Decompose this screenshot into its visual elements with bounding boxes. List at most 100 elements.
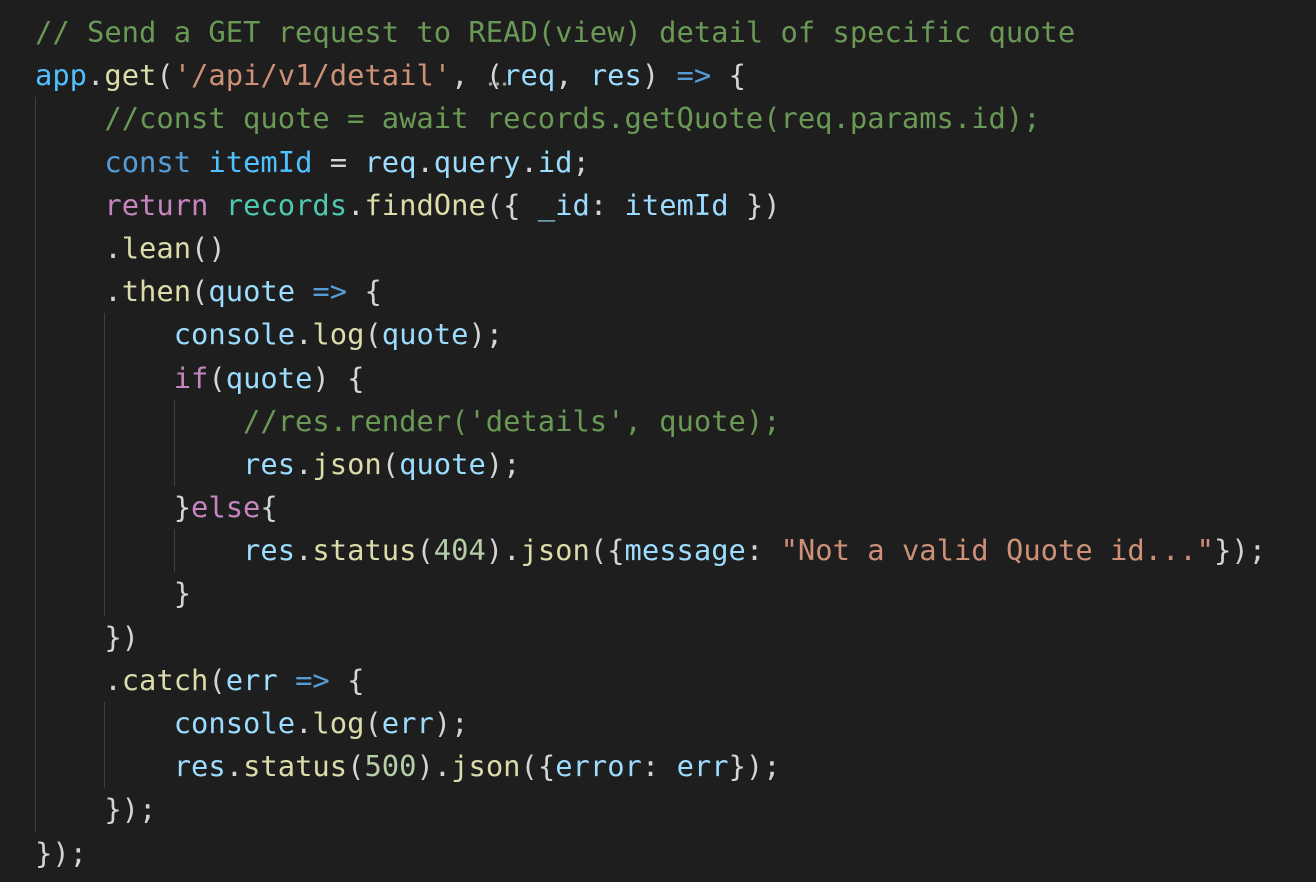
- code-line[interactable]: console.log(quote);: [35, 313, 1266, 357]
- code-token: .: [416, 144, 434, 179]
- code-token: );: [485, 446, 521, 481]
- code-line[interactable]: }: [35, 572, 1266, 616]
- code-token: ).: [416, 749, 452, 784]
- indent-guide: [35, 270, 36, 314]
- code-token: {: [711, 58, 746, 93]
- code-line[interactable]: //res.render('details', quote);: [35, 399, 1266, 443]
- indent-guide: [35, 702, 36, 746]
- code-token: });: [35, 792, 157, 827]
- code-token: {: [347, 274, 382, 309]
- code-token: error: [555, 749, 642, 784]
- inlay-hint-dots-icon[interactable]: [487, 81, 509, 87]
- indent-guide: [35, 658, 36, 702]
- code-token: log: [312, 706, 365, 740]
- code-token: quote: [399, 446, 486, 481]
- code-token: .: [295, 446, 313, 481]
- code-token: return: [104, 187, 209, 222]
- code-token: ) {: [312, 360, 365, 395]
- code-token: });: [1214, 533, 1267, 568]
- code-token: (: [208, 662, 226, 697]
- indent-guide: [104, 442, 106, 487]
- code-token: then: [121, 274, 192, 309]
- code-line[interactable]: });: [35, 788, 1266, 832]
- code-token: records: [225, 187, 348, 222]
- code-token: console: [173, 317, 296, 352]
- code-token: ): [641, 58, 677, 93]
- code-line[interactable]: console.log(err);: [35, 702, 1266, 746]
- code-token: (: [191, 274, 209, 309]
- code-token: err: [225, 662, 278, 697]
- indent-guide: [173, 529, 175, 573]
- code-token: {: [260, 490, 278, 525]
- code-token: .: [347, 187, 365, 222]
- code-line[interactable]: if(quote) {: [35, 356, 1266, 400]
- code-token: //const quote = await records.getQuote(r…: [104, 101, 1041, 136]
- indent-guide: [104, 399, 106, 443]
- code-token: err: [381, 706, 434, 740]
- code-token: id: [537, 144, 573, 179]
- code-token: _id: [537, 187, 590, 222]
- code-line[interactable]: });: [35, 832, 1266, 875]
- code-token: .: [87, 58, 105, 93]
- indent-guide: [35, 442, 36, 487]
- code-line[interactable]: //const quote = await records.getQuote(r…: [35, 97, 1266, 141]
- code-line[interactable]: const itemId = req.query.id;: [35, 140, 1266, 184]
- code-token: =>: [312, 274, 348, 309]
- code-token: .: [35, 662, 122, 697]
- code-token: (: [364, 706, 382, 740]
- indent-guide: [35, 572, 36, 616]
- code-line[interactable]: // Send a GET request to READ(view) deta…: [35, 11, 1266, 54]
- code-editor[interactable]: // Send a GET request to READ(view) deta…: [35, 11, 1266, 875]
- code-token: log: [312, 317, 365, 352]
- code-token: =>: [676, 58, 712, 93]
- code-token: }): [728, 187, 781, 222]
- code-token: );: [468, 317, 504, 352]
- indent-guide: [35, 183, 36, 227]
- code-token: 500: [364, 749, 417, 784]
- indent-guide: [173, 442, 175, 487]
- code-token: });: [35, 835, 88, 870]
- code-line[interactable]: res.status(500).json({error: err});: [35, 745, 1266, 789]
- code-line[interactable]: .catch(err => {: [35, 658, 1266, 702]
- code-line[interactable]: }else{: [35, 486, 1266, 530]
- code-line[interactable]: app.get('/api/v1/detail', (req, res) => …: [35, 54, 1266, 97]
- code-token: , (: [451, 58, 504, 93]
- code-line[interactable]: return records.findOne({ _id: itemId }): [35, 183, 1266, 227]
- code-token: .: [295, 533, 313, 568]
- code-token: app: [35, 58, 88, 93]
- code-token: (: [156, 58, 174, 93]
- code-token: ({: [589, 533, 625, 568]
- indent-guide: [104, 702, 106, 746]
- code-token: query: [433, 144, 521, 179]
- code-line[interactable]: res.status(404).json({message: "Not a va…: [35, 529, 1267, 573]
- code-token: res: [243, 533, 296, 568]
- code-token: });: [728, 749, 781, 784]
- indent-guide: [35, 356, 36, 400]
- indent-guide: [35, 226, 36, 271]
- code-token: }: [35, 490, 192, 525]
- code-token: itemId: [208, 144, 313, 179]
- indent-guide: [35, 788, 36, 832]
- indent-guide: [35, 615, 36, 659]
- code-line[interactable]: .then(quote => {: [35, 270, 1266, 314]
- code-token: json: [451, 749, 521, 784]
- indent-guide: [173, 399, 175, 443]
- code-token: =: [312, 144, 365, 179]
- code-token: if: [173, 360, 209, 395]
- code-line[interactable]: }): [35, 615, 1266, 659]
- code-token: (: [364, 317, 382, 352]
- code-line[interactable]: .lean(): [35, 226, 1266, 271]
- code-token: .: [225, 749, 244, 784]
- code-token: message: [624, 533, 746, 568]
- code-line[interactable]: res.json(quote);: [35, 442, 1266, 487]
- code-token: .: [295, 317, 313, 352]
- code-token: "Not a valid Quote id...": [780, 533, 1215, 568]
- indent-guide: [104, 356, 106, 400]
- code-token: quote: [208, 274, 296, 309]
- code-token: res: [589, 58, 642, 93]
- code-token: .: [295, 706, 313, 740]
